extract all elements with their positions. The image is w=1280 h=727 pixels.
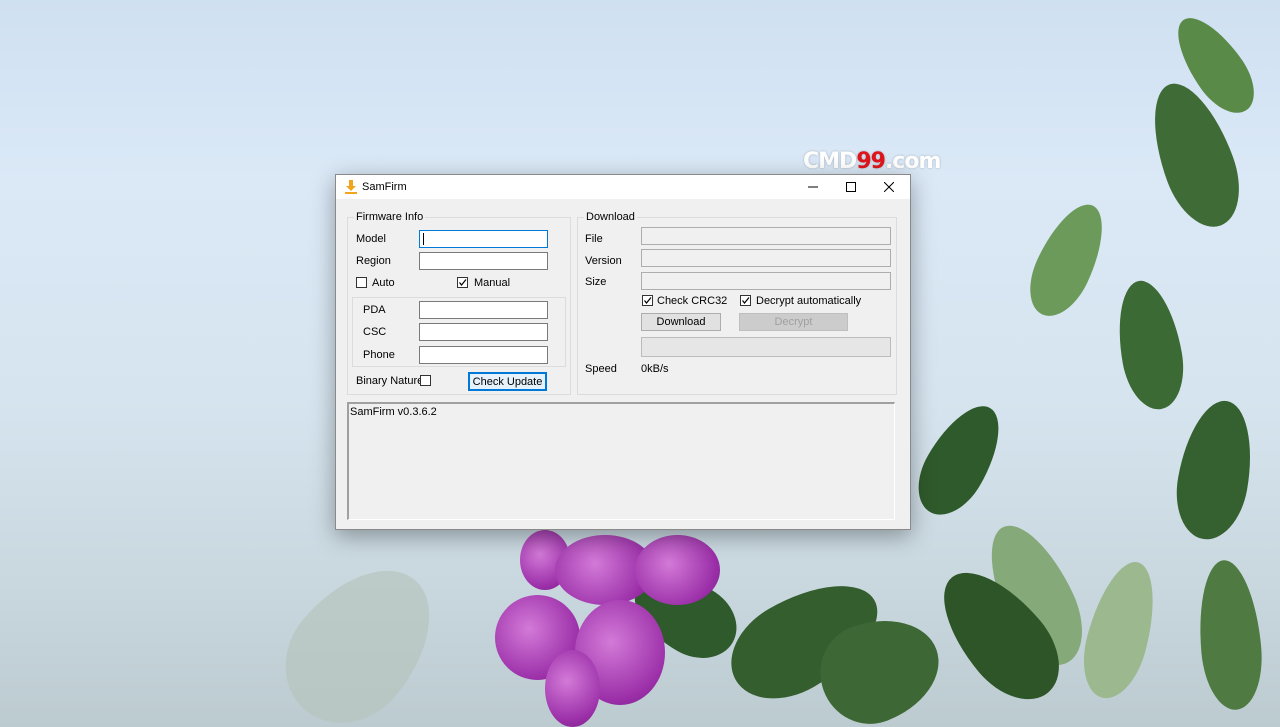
close-button[interactable] bbox=[870, 175, 908, 199]
download-group-label: Download bbox=[584, 211, 637, 223]
region-field[interactable] bbox=[420, 253, 547, 269]
size-field[interactable] bbox=[641, 272, 891, 290]
phone-input[interactable] bbox=[419, 346, 548, 364]
text-caret bbox=[423, 233, 424, 245]
manual-checkbox[interactable] bbox=[457, 277, 468, 288]
close-icon bbox=[884, 182, 894, 192]
auto-checkbox[interactable] bbox=[356, 277, 367, 288]
log-text: SamFirm v0.3.6.2 bbox=[350, 406, 437, 418]
region-label: Region bbox=[356, 255, 391, 267]
pda-input[interactable] bbox=[419, 301, 548, 319]
csc-input[interactable] bbox=[419, 323, 548, 341]
phone-field[interactable] bbox=[420, 347, 547, 363]
manual-label: Manual bbox=[474, 277, 511, 289]
download-progress-bar bbox=[641, 337, 891, 357]
auto-label: Auto bbox=[372, 277, 395, 289]
region-input[interactable] bbox=[419, 252, 548, 270]
model-field[interactable] bbox=[420, 231, 547, 247]
decrypt-automatically-label: Decrypt automatically bbox=[756, 295, 862, 307]
model-label: Model bbox=[356, 233, 386, 245]
size-label: Size bbox=[585, 276, 607, 288]
checkmark-icon bbox=[742, 297, 750, 304]
leaf-shape bbox=[1017, 193, 1118, 327]
leaf-shape bbox=[1109, 275, 1191, 415]
version-label: Version bbox=[585, 255, 622, 267]
leaf-shape bbox=[904, 393, 1016, 527]
flower-petal bbox=[635, 535, 720, 605]
speed-value: 0kB/s bbox=[641, 363, 669, 375]
decrypt-button: Decrypt bbox=[739, 313, 848, 331]
minimize-button[interactable] bbox=[794, 175, 832, 199]
leaf-shape bbox=[1193, 557, 1267, 713]
maximize-icon bbox=[846, 182, 856, 192]
check-update-button[interactable]: Check Update bbox=[468, 372, 547, 391]
binary-nature-label: Binary Nature bbox=[356, 375, 424, 387]
csc-field[interactable] bbox=[420, 324, 547, 340]
binary-nature-checkbox[interactable] bbox=[420, 375, 431, 386]
window-title: SamFirm bbox=[362, 181, 407, 193]
decrypt-automatically-checkbox[interactable] bbox=[740, 295, 751, 306]
maximize-button[interactable] bbox=[832, 175, 870, 199]
title-bar[interactable]: SamFirm bbox=[336, 175, 910, 199]
file-label: File bbox=[585, 233, 603, 245]
check-crc32-checkbox[interactable] bbox=[642, 295, 653, 306]
download-arrow-icon bbox=[345, 180, 357, 194]
checkmark-icon bbox=[644, 297, 652, 304]
watermark-logo: CMD99.com bbox=[803, 149, 941, 174]
file-field[interactable] bbox=[641, 227, 891, 245]
pda-label: PDA bbox=[363, 304, 386, 316]
pda-field[interactable] bbox=[420, 302, 547, 318]
minimize-icon bbox=[808, 186, 818, 188]
model-input[interactable] bbox=[419, 230, 548, 248]
phone-label: Phone bbox=[363, 349, 395, 361]
leaf-shape bbox=[259, 541, 461, 727]
csc-label: CSC bbox=[363, 326, 387, 338]
log-output[interactable]: SamFirm v0.3.6.2 bbox=[347, 402, 895, 520]
speed-label: Speed bbox=[585, 363, 617, 375]
firmware-info-label: Firmware Info bbox=[354, 211, 426, 223]
version-field[interactable] bbox=[641, 249, 891, 267]
leaf-shape bbox=[1168, 394, 1262, 546]
check-crc32-label: Check CRC32 bbox=[657, 295, 728, 307]
leaf-shape bbox=[1072, 554, 1168, 706]
flower-petal bbox=[545, 650, 600, 727]
checkmark-icon bbox=[459, 279, 467, 286]
samfirm-window: SamFirm Firmware Info Model Region Auto … bbox=[335, 174, 911, 530]
download-button[interactable]: Download bbox=[641, 313, 721, 331]
